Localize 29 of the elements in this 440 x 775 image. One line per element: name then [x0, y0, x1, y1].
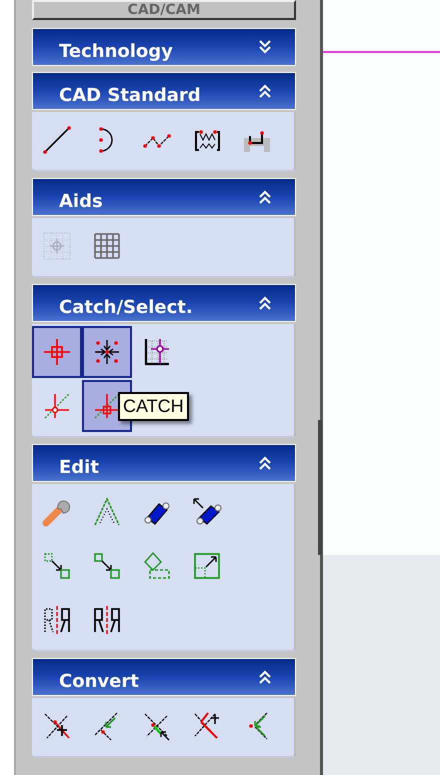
section-header[interactable]: Catch/Select. — [32, 284, 296, 322]
section-title: Edit — [59, 456, 99, 478]
tooltip: CATCH — [118, 392, 189, 421]
expand-chevron-icon — [258, 40, 272, 54]
collapse-chevron-icon — [258, 84, 272, 98]
section-header[interactable]: Edit — [32, 444, 296, 482]
scale-frame-icon — [191, 550, 223, 582]
move-icon — [91, 550, 123, 582]
collapse-chevron-icon — [258, 456, 272, 470]
collapse-chevron-icon — [258, 670, 272, 684]
section-title: Aids — [59, 190, 103, 212]
line-tool-icon — [41, 124, 73, 156]
section-title: CAD Standard — [59, 84, 201, 106]
scrollbar-thumb[interactable] — [318, 420, 322, 555]
collapse-chevron-icon — [258, 296, 272, 310]
section-title: Technology — [59, 40, 173, 62]
tool-button[interactable] — [82, 326, 132, 378]
section-header[interactable]: Convert — [32, 658, 296, 696]
crosshair-icon — [41, 336, 73, 368]
grid-icon — [91, 230, 123, 262]
section-header[interactable]: Technology — [32, 28, 296, 66]
section-title: Convert — [59, 670, 139, 692]
section-header[interactable]: Aids — [32, 178, 296, 216]
collapse-chevron-icon — [258, 190, 272, 204]
mirror-icon — [91, 604, 123, 636]
tool-button[interactable] — [32, 326, 82, 378]
section-title: Catch/Select. — [59, 296, 193, 318]
section-header[interactable]: CAD Standard — [32, 72, 296, 110]
grid-crosshair-icon — [41, 230, 73, 262]
